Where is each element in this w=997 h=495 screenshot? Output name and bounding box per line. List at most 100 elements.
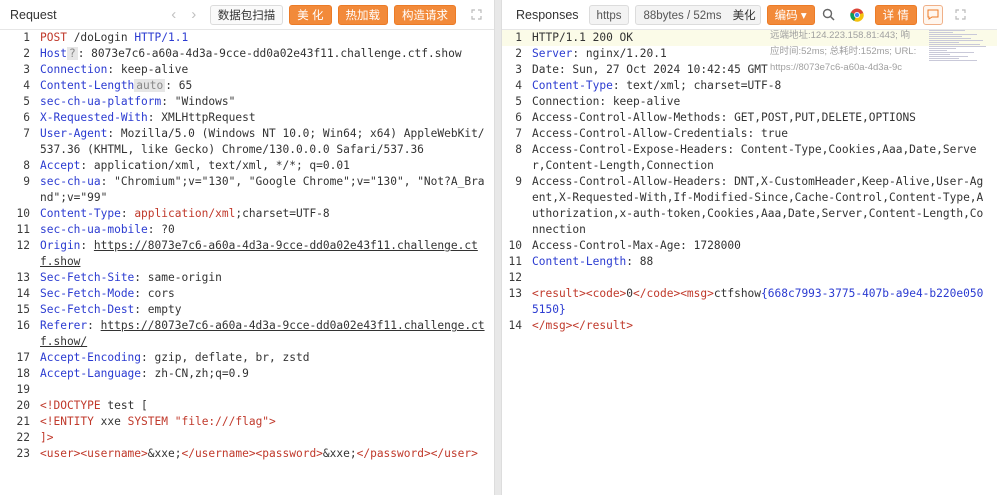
line-number: 14 bbox=[16, 287, 30, 300]
line-content: Sec-Fetch-Site: same-origin bbox=[40, 270, 494, 286]
token: : XMLHttpRequest bbox=[147, 111, 256, 124]
code-line: 9 Access-Control-Allow-Headers: DNT,X-Cus… bbox=[502, 174, 997, 238]
line-content: Accept-Encoding: gzip, deflate, br, zstd bbox=[40, 350, 494, 366]
request-toolbar: Request ‹ › 数据包扫描 美 化 热加载 构造请求 bbox=[0, 0, 494, 30]
back-arrow-icon[interactable]: ‹ bbox=[164, 6, 184, 23]
code-line: 2 Host?: 8073e7c6-a60a-4d3a-9cce-dd0a02e4… bbox=[0, 46, 494, 62]
line-content: User-Agent: Mozilla/5.0 (Windows NT 10.0… bbox=[40, 126, 494, 158]
chrome-browser-icon[interactable] bbox=[847, 5, 867, 25]
token: : 88 bbox=[626, 255, 654, 268]
beautify-response-button[interactable]: 美化 bbox=[733, 10, 756, 22]
line-content: Access-Control-Allow-Methods: GET,POST,P… bbox=[532, 110, 997, 126]
line-content: Referer: https://8073e7c6-a60a-4d3a-9cce… bbox=[40, 318, 494, 350]
header-key: Content-Length bbox=[40, 79, 135, 92]
header-key: Sec-Fetch-Site bbox=[40, 271, 135, 284]
code-line: 14 </msg></result> bbox=[502, 318, 997, 334]
token: > bbox=[269, 415, 276, 428]
size-time-text: 88bytes / 52ms bbox=[643, 9, 722, 22]
line-number: 2 bbox=[23, 47, 30, 60]
header-key: sec-ch-ua-mobile bbox=[40, 223, 148, 236]
code-line: 16 Referer: https://8073e7c6-a60a-4d3a-9c… bbox=[0, 318, 494, 350]
line-number: 2 bbox=[515, 47, 522, 60]
line-content: Content-Type: application/xml;charset=UT… bbox=[40, 206, 494, 222]
line-content: <!DOCTYPE test [ bbox=[40, 398, 494, 414]
token: : zh-CN,zh;q=0.9 bbox=[141, 367, 249, 380]
token: "file:///flag" bbox=[174, 415, 270, 428]
protocol-badge: https bbox=[588, 4, 630, 25]
code-line: 6 X-Requested-With: XMLHttpRequest bbox=[0, 110, 494, 126]
header-key: Sec-Fetch-Dest bbox=[40, 303, 135, 316]
code-minimap[interactable] bbox=[929, 30, 989, 64]
line-content bbox=[40, 382, 494, 398]
header-key: Content-Type bbox=[40, 207, 121, 220]
response-pane: Responses https 88bytes / 52ms 美化 编码 ▾ 详… bbox=[502, 0, 997, 495]
meta-line: 应时间:52ms; 总耗时:152ms; URL: bbox=[770, 46, 917, 57]
token: </code><msg> bbox=[633, 287, 714, 300]
line-content: Sec-Fetch-Mode: cors bbox=[40, 286, 494, 302]
line-number: 20 bbox=[16, 399, 30, 412]
line-number: 5 bbox=[23, 95, 30, 108]
line-content: sec-ch-ua: "Chromium";v="130", "Google C… bbox=[40, 174, 494, 206]
token: Access-Control-Allow-Headers: DNT,X-Cust… bbox=[532, 175, 984, 236]
code-line: 15 Sec-Fetch-Dest: empty bbox=[0, 302, 494, 318]
expand-icon[interactable] bbox=[951, 5, 971, 25]
token: : gzip, deflate, br, zstd bbox=[141, 351, 310, 364]
meta-line: 远端地址:124.223.158.81:443; 响 bbox=[770, 30, 910, 41]
line-number: 5 bbox=[515, 95, 522, 108]
response-viewer[interactable]: 1 HTTP/1.1 200 OK 2 Server: nginx/1.20.1 3 Da… bbox=[502, 30, 997, 495]
expand-icon[interactable] bbox=[466, 5, 486, 25]
line-content: Sec-Fetch-Dest: empty bbox=[40, 302, 494, 318]
token: application/xml bbox=[134, 207, 236, 220]
token: <!ENTITY bbox=[40, 415, 94, 428]
header-badge: auto bbox=[134, 79, 166, 92]
line-content bbox=[532, 270, 997, 286]
details-button[interactable]: 详 情 bbox=[874, 4, 917, 25]
token: : empty bbox=[134, 303, 182, 316]
token: : 65 bbox=[165, 79, 193, 92]
code-line: 9 sec-ch-ua: "Chromium";v="130", "Google … bbox=[0, 174, 494, 206]
token: : bbox=[120, 207, 135, 220]
line-content: Accept-Language: zh-CN,zh;q=0.9 bbox=[40, 366, 494, 382]
request-editor[interactable]: 1 POST /doLogin HTTP/1.1 2 Host?: 8073e7c6-… bbox=[0, 30, 494, 495]
token: &xxe; bbox=[147, 447, 182, 460]
line-number: 13 bbox=[16, 271, 30, 284]
line-number: 6 bbox=[515, 111, 522, 124]
line-number: 8 bbox=[23, 159, 30, 172]
line-content: Access-Control-Max-Age: 1728000 bbox=[532, 238, 997, 254]
code-line: 8 Access-Control-Expose-Headers: Content-… bbox=[502, 142, 997, 174]
header-badge: ? bbox=[66, 47, 78, 60]
line-number: 1 bbox=[23, 31, 30, 44]
line-number: 4 bbox=[515, 79, 522, 92]
line-number: 9 bbox=[515, 175, 522, 188]
encode-dropdown[interactable]: 编码 ▾ bbox=[766, 4, 815, 25]
token: Access-Control-Max-Age: 1728000 bbox=[532, 239, 741, 252]
token: : bbox=[80, 239, 94, 252]
header-key: Accept bbox=[40, 159, 81, 172]
token: : bbox=[87, 319, 101, 332]
beautify-request-button[interactable]: 美 化 bbox=[289, 4, 332, 25]
line-content: Access-Control-Allow-Credentials: true bbox=[532, 126, 997, 142]
pane-splitter[interactable] bbox=[494, 0, 502, 495]
line-number: 1 bbox=[515, 31, 522, 44]
packet-scan-button[interactable]: 数据包扫描 bbox=[209, 4, 284, 25]
build-request-button[interactable]: 构造请求 bbox=[394, 4, 456, 25]
hot-load-button[interactable]: 热加载 bbox=[337, 4, 388, 25]
line-content: </msg></result> bbox=[532, 318, 997, 334]
code-line: 7 Access-Control-Allow-Credentials: true bbox=[502, 126, 997, 142]
search-icon[interactable] bbox=[819, 5, 839, 25]
line-number: 13 bbox=[508, 287, 522, 300]
comment-icon[interactable] bbox=[922, 4, 943, 25]
header-key: Connection bbox=[40, 63, 108, 76]
line-content: Accept: application/xml, text/xml, */*; … bbox=[40, 158, 494, 174]
line-number: 11 bbox=[16, 223, 30, 236]
code-line: 22]> bbox=[0, 430, 494, 446]
line-content: <result><code>0</code><msg>ctfshow{668c7… bbox=[532, 286, 997, 318]
code-line: 11 Content-Length: 88 bbox=[502, 254, 997, 270]
code-line: 10 Access-Control-Max-Age: 1728000 bbox=[502, 238, 997, 254]
header-key: Sec-Fetch-Mode bbox=[40, 287, 135, 300]
size-time-badge: 88bytes / 52ms 美化 bbox=[635, 4, 761, 25]
token: HTTP/1.1 200 OK bbox=[532, 31, 634, 44]
token: <!DOCTYPE bbox=[40, 399, 101, 412]
forward-arrow-icon[interactable]: › bbox=[184, 6, 204, 23]
